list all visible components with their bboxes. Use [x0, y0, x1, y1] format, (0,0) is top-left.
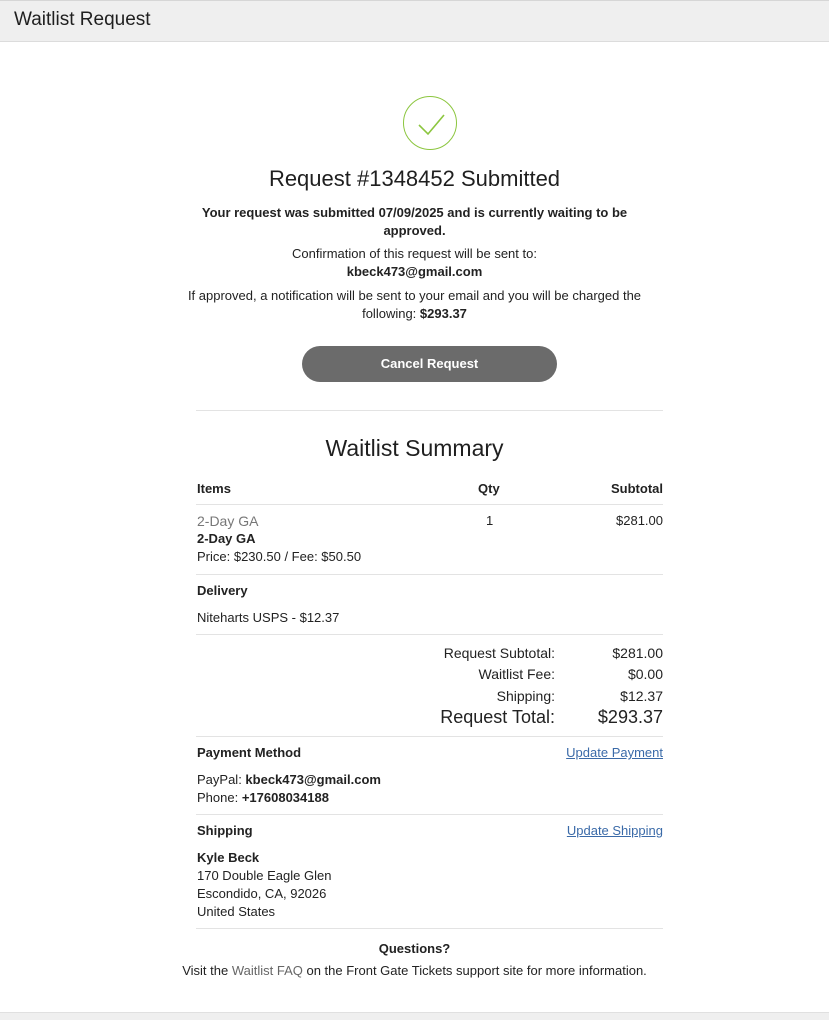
charge-amount: $293.37 [419, 306, 467, 321]
waitlist-fee-label: Waitlist Fee: [478, 666, 556, 682]
shipping-country: United States [197, 904, 276, 919]
submitted-line-1: Your request was submitted 07/09/2025 an… [201, 205, 628, 220]
phone-value: +17608034188 [241, 790, 329, 805]
divider [196, 634, 663, 635]
check-circle-icon [403, 96, 457, 150]
confirmation-label: Confirmation of this request will be sen… [292, 246, 537, 261]
shipping-label: Shipping: [496, 688, 555, 704]
divider [196, 574, 663, 575]
title-bar: Waitlist Request [0, 0, 829, 42]
confirmation-email: kbeck473@gmail.com [346, 264, 483, 279]
header-subtotal: Subtotal [611, 481, 663, 496]
window-title: Waitlist Request [14, 9, 151, 30]
header-items: Items [197, 481, 231, 496]
paypal-email: kbeck473@gmail.com [245, 772, 381, 787]
questions-text-after: on the Front Gate Tickets support site f… [302, 963, 647, 978]
charge-line-2: following: $293.37 [0, 305, 829, 323]
request-subtotal-label: Request Subtotal: [443, 645, 555, 661]
item-name: 2-Day GA [197, 531, 256, 546]
payment-method-label: Payment Method [197, 745, 302, 760]
questions-text: Visit the Waitlist FAQ on the Front Gate… [0, 962, 829, 980]
item-category: 2-Day GA [197, 513, 259, 529]
header-qty: Qty [478, 481, 500, 496]
shipping-section-label: Shipping [197, 823, 253, 838]
submitted-line-2: approved. [383, 223, 446, 238]
request-heading: Request #1348452 Submitted [268, 166, 561, 191]
divider [196, 814, 663, 815]
update-payment-link[interactable]: Update Payment [543, 745, 663, 760]
shipping-address-1: 170 Double Eagle Glen [197, 868, 332, 883]
footer-bar [0, 1012, 829, 1020]
item-qty: 1 [486, 513, 494, 528]
charge-prefix: following: [362, 306, 420, 321]
shipping-address-2: Escondido, CA, 92026 [197, 886, 327, 901]
divider [196, 928, 663, 929]
cancel-request-button[interactable]: Cancel Request [302, 346, 557, 382]
paypal-label: PayPal: [197, 772, 246, 787]
waitlist-faq-link[interactable]: Waitlist FAQ [232, 963, 303, 978]
shipping-value: $12.37 [620, 688, 663, 704]
shipping-name: Kyle Beck [197, 850, 260, 865]
divider [196, 504, 663, 505]
request-total-value: $293.37 [597, 707, 663, 727]
charge-line-1: If approved, a notification will be sent… [187, 288, 642, 303]
update-shipping-link[interactable]: Update Shipping [543, 823, 663, 838]
request-total-label: Request Total: [440, 707, 555, 727]
summary-title: Waitlist Summary [325, 435, 504, 461]
questions-text-before: Visit the [182, 963, 232, 978]
item-price-fee: Price: $230.50 / Fee: $50.50 [197, 549, 362, 564]
delivery-value: Niteharts USPS - $12.37 [197, 610, 340, 625]
waitlist-fee-value: $0.00 [627, 666, 663, 682]
divider [196, 410, 663, 411]
item-subtotal: $281.00 [616, 513, 663, 528]
paypal-line: PayPal: kbeck473@gmail.com [197, 772, 381, 787]
delivery-label: Delivery [197, 583, 248, 598]
phone-line: Phone: +17608034188 [197, 790, 329, 805]
divider [196, 736, 663, 737]
questions-heading: Questions? [378, 941, 451, 956]
phone-label: Phone: [197, 790, 242, 805]
request-subtotal-value: $281.00 [612, 645, 663, 661]
